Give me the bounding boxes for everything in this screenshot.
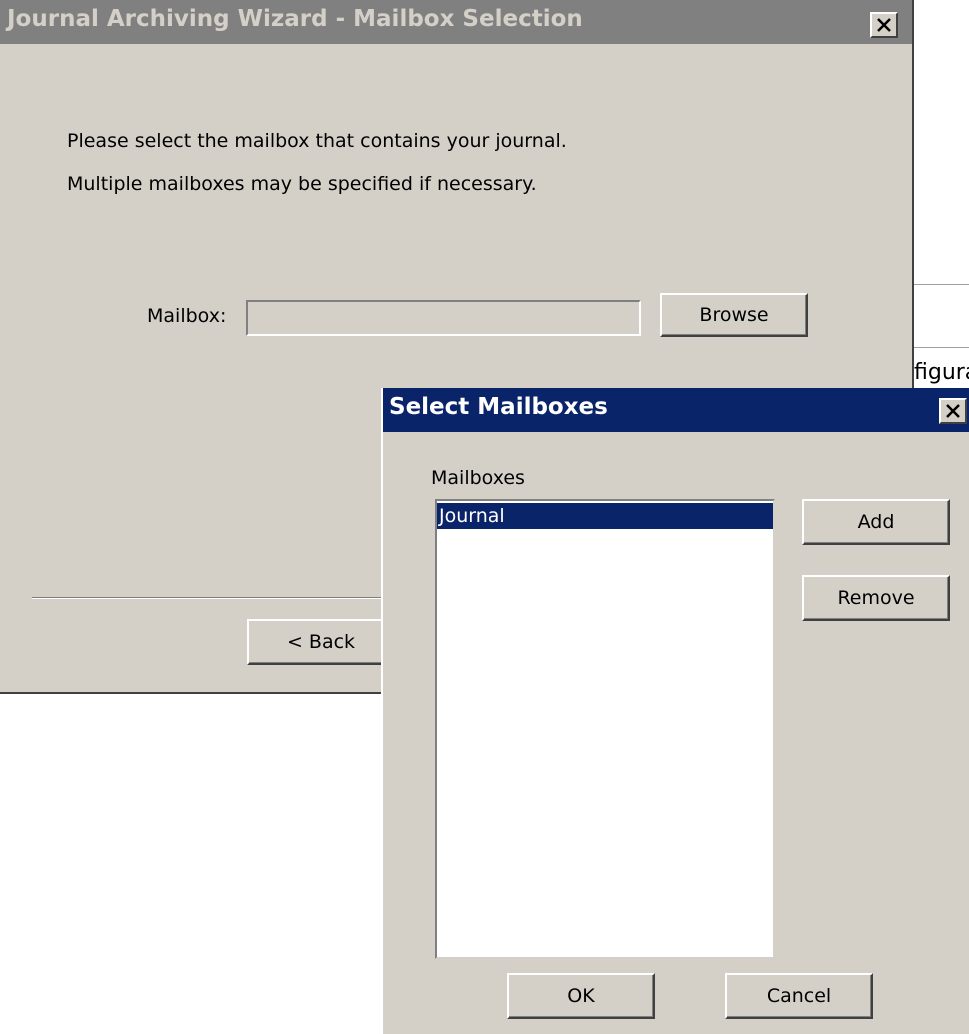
list-item-journal[interactable]: Journal bbox=[437, 503, 773, 529]
add-button[interactable]: Add bbox=[802, 499, 950, 545]
mailbox-field[interactable] bbox=[246, 300, 641, 336]
mailboxes-label: Mailboxes bbox=[431, 467, 525, 489]
back-button[interactable]: < Back bbox=[247, 619, 395, 665]
dialog-titlebar[interactable]: Select Mailboxes bbox=[383, 388, 969, 432]
browse-button[interactable]: Browse bbox=[660, 293, 808, 337]
remove-button[interactable]: Remove bbox=[802, 575, 950, 621]
wizard-title: Journal Archiving Wizard - Mailbox Selec… bbox=[7, 6, 583, 32]
background-field bbox=[912, 284, 969, 348]
instruction-line-2: Multiple mailboxes may be specified if n… bbox=[67, 173, 537, 195]
close-icon bbox=[946, 404, 960, 418]
ok-button[interactable]: OK bbox=[507, 973, 655, 1019]
mailboxes-listbox[interactable]: Journal bbox=[435, 499, 775, 959]
dialog-close-button[interactable] bbox=[939, 398, 967, 424]
instruction-line-1: Please select the mailbox that contains … bbox=[67, 130, 567, 152]
mailbox-label: Mailbox: bbox=[147, 305, 227, 327]
select-mailboxes-dialog: Select Mailboxes Mailboxes Journal Add R… bbox=[381, 388, 969, 1034]
cancel-button[interactable]: Cancel bbox=[725, 973, 873, 1019]
dialog-title: Select Mailboxes bbox=[389, 394, 608, 420]
wizard-titlebar[interactable]: Journal Archiving Wizard - Mailbox Selec… bbox=[0, 0, 912, 44]
background-text-fragment: figura bbox=[914, 360, 969, 385]
wizard-close-button[interactable] bbox=[870, 12, 898, 38]
close-icon bbox=[877, 18, 891, 32]
